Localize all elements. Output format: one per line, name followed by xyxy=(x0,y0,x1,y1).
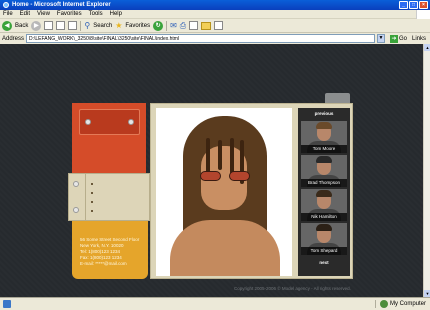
history-icon[interactable]: ↻ xyxy=(153,20,164,31)
menu-bar: File Edit View Favorites Tools Help xyxy=(0,9,430,19)
links-button[interactable]: Links xyxy=(412,36,430,42)
model-thumbnails: previous Tom Moore Brad Thompson Nik Ham… xyxy=(298,108,350,276)
mail-icon[interactable]: ✉ xyxy=(170,21,177,30)
scroll-up-icon[interactable]: ▲ xyxy=(424,44,430,51)
maximize-button[interactable]: □ xyxy=(409,1,418,9)
logo-plate xyxy=(79,109,140,135)
top-tab-decoration xyxy=(325,93,350,103)
model-name: Nik Hamilton xyxy=(301,213,347,221)
nav-item[interactable] xyxy=(91,179,96,188)
next-button[interactable]: next xyxy=(298,257,350,268)
nav-item[interactable] xyxy=(91,206,96,215)
search-button-label[interactable]: Search xyxy=(93,23,112,29)
minimize-button[interactable]: _ xyxy=(399,1,408,9)
navigation-panel xyxy=(68,173,150,222)
messenger-icon[interactable] xyxy=(214,21,224,30)
address-url: D:\LEFANG_WORK\_3250\8\site\FINAL\3250\s… xyxy=(29,35,180,42)
back-arrow-icon[interactable]: ◀ xyxy=(2,20,12,31)
toolbar: ◀ Back ▶ ⚲ Search ★ Favorites ↻ ✉ ⎙ xyxy=(0,19,430,33)
address-bar: Address D:\LEFANG_WORK\_3250\8\site\FINA… xyxy=(0,33,430,44)
page-icon xyxy=(3,300,11,308)
menu-file[interactable]: File xyxy=(3,11,13,17)
forward-arrow-icon[interactable]: ▶ xyxy=(31,20,42,31)
edit-icon[interactable] xyxy=(189,21,199,30)
search-icon[interactable]: ⚲ xyxy=(84,21,90,30)
sunglasses-lens xyxy=(229,171,250,181)
screw-icon xyxy=(85,119,91,125)
menu-favorites[interactable]: Favorites xyxy=(57,11,82,17)
model-thumbnail[interactable]: Brad Thompson xyxy=(301,155,347,187)
model-showcase: previous Tom Moore Brad Thompson Nik Ham… xyxy=(150,103,353,279)
featured-model-photo xyxy=(156,108,292,276)
model-thumbnail[interactable]: Nik Hamilton xyxy=(301,189,347,221)
favorites-button-label[interactable]: Favorites xyxy=(125,23,150,29)
sunglasses xyxy=(200,171,250,181)
security-zone: My Computer xyxy=(374,300,430,308)
thumb-hair xyxy=(316,190,332,197)
ie-icon xyxy=(3,2,9,8)
photo-shoulders xyxy=(170,220,280,276)
folder-icon[interactable] xyxy=(201,21,212,30)
thumb-hair xyxy=(316,224,332,231)
screw-icon xyxy=(73,207,79,213)
stop-icon[interactable] xyxy=(44,21,54,30)
computer-icon xyxy=(379,300,388,308)
back-button-label[interactable]: Back xyxy=(15,23,28,29)
model-name: Tom Shepard xyxy=(301,247,347,255)
model-thumbnail[interactable]: Tom Moore xyxy=(301,121,347,153)
screw-icon xyxy=(128,119,134,125)
scroll-down-icon[interactable]: ▼ xyxy=(424,290,430,297)
menu-view[interactable]: View xyxy=(37,11,50,17)
vertical-scrollbar[interactable]: ▲ ▼ xyxy=(423,44,430,297)
go-button[interactable]: ➜ Go xyxy=(387,34,410,43)
contact-email[interactable]: E-mail: *****@mail.com xyxy=(80,261,148,267)
windows-logo-icon xyxy=(416,9,430,19)
home-icon[interactable] xyxy=(68,21,78,30)
window-title: Home - Microsoft Internet Explorer xyxy=(12,2,111,8)
photo-hair-strand xyxy=(230,138,234,174)
status-bar: My Computer xyxy=(0,297,430,310)
thumb-hair xyxy=(316,122,332,129)
model-thumbnail[interactable]: Tom Shepard xyxy=(301,223,347,255)
favorites-icon[interactable]: ★ xyxy=(115,21,122,30)
model-name: Tom Moore xyxy=(301,145,347,153)
menu-tools[interactable]: Tools xyxy=(89,11,103,17)
refresh-icon[interactable] xyxy=(56,21,66,30)
logo-panel xyxy=(72,103,146,175)
thumb-hair xyxy=(316,156,332,163)
contact-panel: 56 Some Street Second Floor New York, N.… xyxy=(72,221,148,279)
copyright-text: Copyright 2005-2006 © Model agency - All… xyxy=(234,286,351,291)
model-name: Brad Thompson xyxy=(301,179,347,187)
toolbar-separator xyxy=(80,20,82,31)
print-icon[interactable]: ⎙ xyxy=(180,21,186,31)
go-label: Go xyxy=(398,35,407,42)
nav-item[interactable] xyxy=(91,188,96,197)
panel-divider xyxy=(85,174,86,222)
go-arrow-icon: ➜ xyxy=(389,34,398,43)
menu-edit[interactable]: Edit xyxy=(20,11,30,17)
toolbar-separator xyxy=(166,20,168,31)
close-button[interactable]: × xyxy=(419,1,428,9)
sunglasses-lens xyxy=(200,171,221,181)
address-dropdown-icon[interactable]: ▼ xyxy=(376,34,385,43)
screw-icon xyxy=(73,181,79,187)
address-input[interactable]: D:\LEFANG_WORK\_3250\8\site\FINAL\3250\s… xyxy=(26,34,375,43)
nav-menu xyxy=(91,179,96,215)
address-label: Address xyxy=(2,35,25,42)
photo-hair-strand xyxy=(218,140,222,170)
previous-button[interactable]: previous xyxy=(298,108,350,119)
menu-help[interactable]: Help xyxy=(110,11,122,17)
window-titlebar: Home - Microsoft Internet Explorer _ □ × xyxy=(0,0,430,10)
zone-label: My Computer xyxy=(389,301,426,307)
nav-item[interactable] xyxy=(91,197,96,206)
